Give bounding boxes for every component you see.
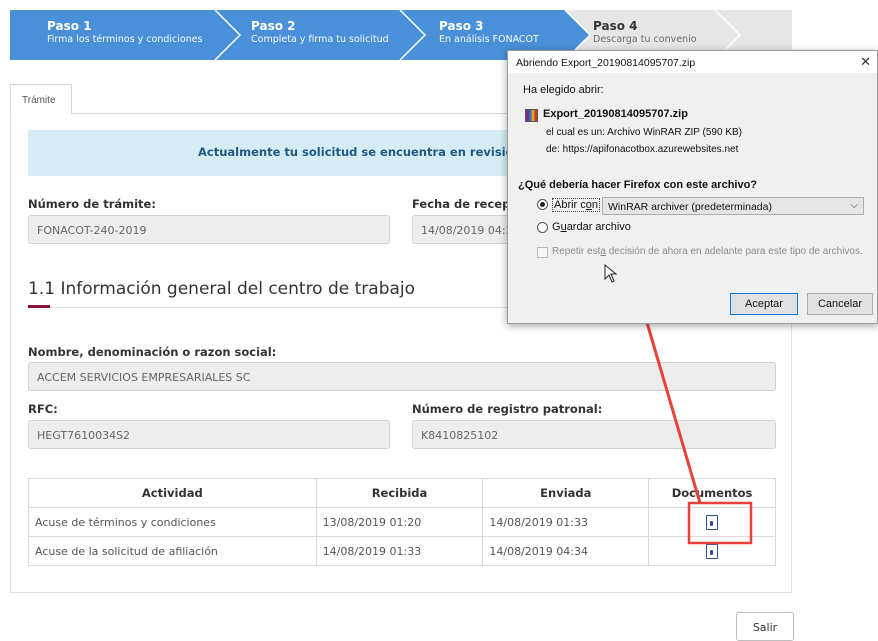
remember-label-suffix: decisión de ahora en adelante para este … bbox=[605, 246, 863, 257]
application-select[interactable]: WinRAR archiver (predeterminada) ⌵ bbox=[602, 197, 864, 215]
download-dialog: Abriendo Export_20190814095707.zip ✕ Ha … bbox=[507, 50, 878, 324]
chosen-label: Ha elegido abrir: bbox=[523, 84, 604, 96]
highlight-box bbox=[687, 501, 753, 545]
page: Paso 1 Firma los términos y condiciones … bbox=[0, 0, 878, 641]
dialog-title: Abriendo Export_20190814095707.zip bbox=[508, 51, 877, 73]
file-name: Export_20190814095707.zip bbox=[543, 108, 688, 120]
open-with-label-prefix: Abrir c bbox=[554, 199, 586, 211]
action-question: ¿Qué debería hacer Firefox con este arch… bbox=[518, 179, 758, 191]
save-file-radio[interactable] bbox=[537, 222, 548, 233]
remember-checkbox[interactable] bbox=[537, 247, 548, 258]
remember-label-prefix: Repetir est bbox=[552, 246, 601, 257]
save-file-label-suffix: ardar archivo bbox=[566, 221, 631, 233]
winrar-zip-icon bbox=[525, 109, 538, 122]
remember-label: Repetir esta decisión de ahora en adelan… bbox=[552, 246, 863, 257]
save-file-label-prefix: G bbox=[552, 221, 561, 233]
file-source: de: https://apifonacotbox.azurewebsites.… bbox=[546, 144, 739, 155]
cancel-button[interactable]: Cancelar bbox=[807, 293, 873, 315]
open-with-label-suffix: n bbox=[591, 199, 599, 211]
mouse-cursor-icon bbox=[604, 264, 618, 283]
application-select-value: WinRAR archiver (predeterminada) bbox=[608, 201, 772, 213]
chevron-down-icon: ⌵ bbox=[850, 200, 858, 211]
accept-button[interactable]: Aceptar bbox=[730, 293, 798, 315]
file-type: el cual es un: Archivo WinRAR ZIP (590 K… bbox=[546, 127, 743, 138]
open-with-radio[interactable] bbox=[537, 199, 548, 210]
close-icon[interactable]: ✕ bbox=[860, 54, 871, 70]
save-file-label[interactable]: Guardar archivo bbox=[552, 221, 631, 233]
open-with-label[interactable]: Abrir con bbox=[552, 198, 601, 212]
